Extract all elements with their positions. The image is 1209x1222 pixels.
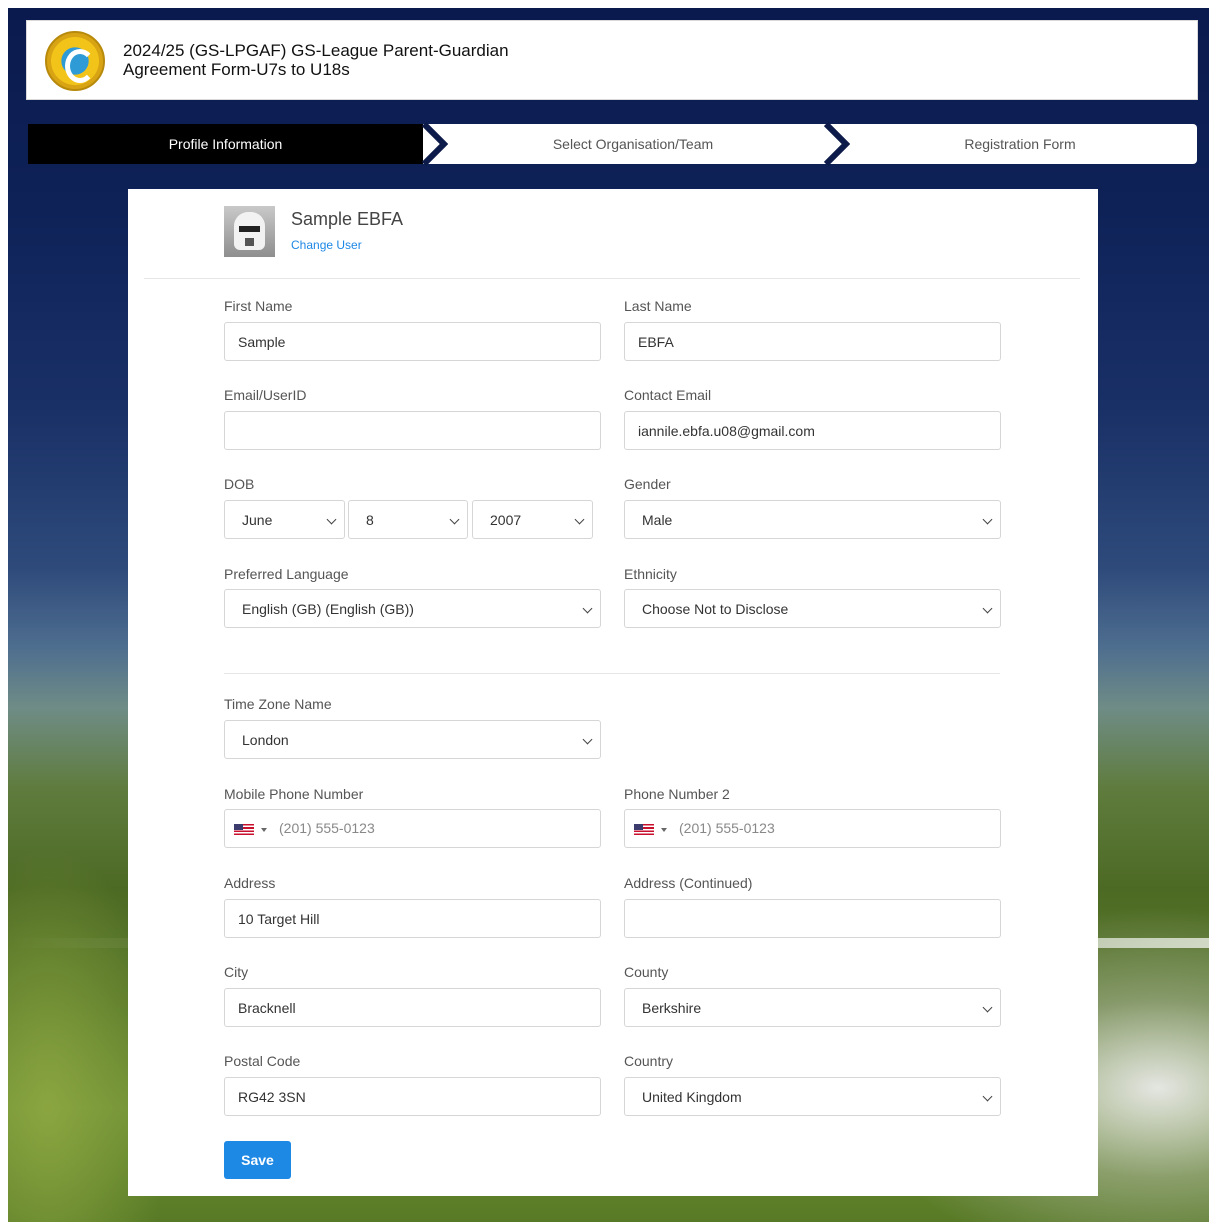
first-name-label: First Name [224,298,293,314]
phone2-placeholder: (201) 555-0123 [679,820,775,836]
country-value: United Kingdom [642,1088,742,1105]
step-profile-information[interactable]: Profile Information [28,124,423,164]
dob-year-value: 2007 [490,511,522,528]
email-userid-input[interactable] [224,411,601,450]
last-name-value: EBFA [638,333,674,350]
postal-code-label: Postal Code [224,1053,301,1069]
city-input[interactable]: Bracknell [224,988,601,1027]
time-zone-label: Time Zone Name [224,696,332,712]
time-zone-value: London [242,731,289,748]
form-title: 2024/25 (GS-LPGAF) GS-League Parent-Guar… [123,41,823,79]
phone2-label: Phone Number 2 [624,786,730,802]
divider [144,278,1080,279]
form-title-line1: 2024/25 (GS-LPGAF) GS-League Parent-Guar… [123,41,509,60]
form-header: 2024/25 (GS-LPGAF) GS-League Parent-Guar… [26,20,1198,100]
county-select[interactable]: Berkshire [624,988,1001,1027]
save-button[interactable]: Save [224,1141,291,1179]
city-label: City [224,964,249,980]
country-label: Country [624,1053,674,1069]
ethnicity-value: Choose Not to Disclose [642,600,789,617]
wizard-steps: Profile Information Select Organisation/… [28,122,1197,166]
contact-email-label: Contact Email [624,387,712,403]
chevron-down-icon [982,514,993,525]
first-name-input[interactable]: Sample [224,322,601,361]
address-label: Address [224,875,276,891]
address-value: 10 Target Hill [238,910,320,927]
step-arrow-icon [398,124,422,164]
address-input[interactable]: 10 Target Hill [224,899,601,938]
chevron-down-icon [574,514,585,525]
email-userid-label: Email/UserID [224,387,307,403]
step-registration-form[interactable]: Registration Form [843,124,1197,164]
last-name-input[interactable]: EBFA [624,322,1001,361]
ethnicity-label: Ethnicity [624,566,677,582]
time-zone-select[interactable]: London [224,720,601,759]
dob-day-value: 8 [366,511,374,528]
first-name-value: Sample [238,333,286,350]
step-label: Select Organisation/Team [552,136,714,152]
us-flag-icon[interactable] [634,824,654,835]
dob-day-select[interactable]: 8 [348,500,468,539]
postal-code-input[interactable]: RG42 3SN [224,1077,601,1116]
mobile-phone-label: Mobile Phone Number [224,786,364,802]
caret-down-icon [261,828,267,832]
ethnicity-select[interactable]: Choose Not to Disclose [624,589,1001,628]
dob-label: DOB [224,476,255,492]
mobile-phone-placeholder: (201) 555-0123 [279,820,375,836]
dob-month-select[interactable]: June [224,500,345,539]
chevron-down-icon [582,603,593,614]
form-title-line2: Agreement Form-U7s to U18s [123,60,350,79]
phone2-input[interactable]: (201) 555-0123 [624,809,1001,848]
address2-label: Address (Continued) [624,875,753,891]
postal-code-value: RG42 3SN [238,1088,306,1105]
chevron-down-icon [582,734,593,745]
county-value: Berkshire [642,999,702,1016]
mobile-phone-input[interactable]: (201) 555-0123 [224,809,601,848]
step-label: Profile Information [168,136,283,152]
gender-value: Male [642,511,673,528]
change-user-link[interactable]: Change User [291,238,362,252]
step-select-organisation-team[interactable]: Select Organisation/Team [423,124,843,164]
preferred-language-select[interactable]: English (GB) (English (GB)) [224,589,601,628]
dob-month-value: June [242,511,273,528]
step-label: Registration Form [964,136,1076,152]
dob-year-select[interactable]: 2007 [472,500,593,539]
preferred-language-label: Preferred Language [224,566,349,582]
chevron-down-icon [449,514,460,525]
chevron-down-icon [982,1002,993,1013]
contact-email-input[interactable]: iannile.ebfa.u08@gmail.com [624,411,1001,450]
step-chevron-icon [823,122,850,166]
user-name: Sample EBFA [291,209,404,229]
gender-label: Gender [624,476,671,492]
country-select[interactable]: United Kingdom [624,1077,1001,1116]
league-crest-logo [45,31,105,91]
profile-form-card: Sample EBFA Change User First Name Sampl… [128,189,1098,1196]
preferred-language-value: English (GB) (English (GB)) [242,600,414,617]
chevron-down-icon [982,603,993,614]
step-chevron-icon [421,122,448,166]
caret-down-icon [661,828,667,832]
last-name-label: Last Name [624,298,692,314]
divider [224,673,1000,674]
us-flag-icon[interactable] [234,824,254,835]
gender-select[interactable]: Male [624,500,1001,539]
address2-input[interactable] [624,899,1001,938]
chevron-down-icon [982,1091,993,1102]
county-label: County [624,964,669,980]
contact-email-value: iannile.ebfa.u08@gmail.com [638,422,815,439]
chevron-down-icon [326,514,337,525]
city-value: Bracknell [238,999,296,1016]
user-avatar [224,206,275,257]
